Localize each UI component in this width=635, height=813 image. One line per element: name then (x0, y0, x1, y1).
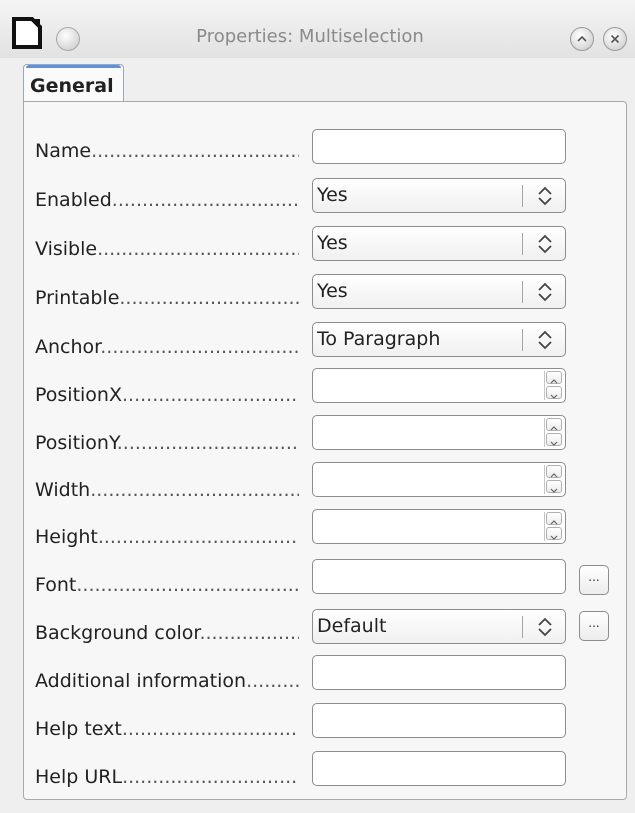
close-icon (610, 34, 620, 44)
background-color-select[interactable]: Default (312, 609, 566, 644)
chevron-up-icon (577, 35, 587, 42)
font-label: Font (35, 574, 299, 598)
title-bar[interactable]: Properties: Multiselection (0, 0, 635, 58)
printable-label: Printable (35, 287, 299, 311)
background-color-browse-button[interactable]: ... (579, 611, 609, 641)
height-spinbox[interactable] (312, 509, 566, 544)
height-label: Height (35, 526, 299, 550)
additional-information-input[interactable] (312, 655, 566, 690)
spin-down-button[interactable] (546, 386, 562, 399)
background-color-value: Default (317, 615, 387, 637)
printable-select[interactable]: Yes (312, 274, 566, 309)
spin-down-button[interactable] (546, 480, 562, 493)
tab-general-label: General (30, 75, 114, 97)
font-input[interactable] (312, 559, 566, 594)
updown-arrows-icon (538, 282, 552, 302)
visible-label: Visible (35, 238, 299, 262)
updown-arrows-icon (538, 617, 552, 637)
help-text-input[interactable] (312, 703, 566, 738)
width-label: Width (35, 479, 299, 503)
spin-up-button[interactable] (546, 512, 562, 525)
font-browse-button[interactable]: ... (579, 565, 609, 595)
visible-select[interactable]: Yes (312, 226, 566, 261)
additional-information-label: Additional information (35, 670, 299, 694)
background-color-label: Background color (35, 622, 299, 646)
enabled-label: Enabled (35, 189, 299, 213)
spin-up-button[interactable] (546, 371, 562, 384)
window-menu-button[interactable] (56, 27, 80, 51)
enabled-value: Yes (317, 184, 348, 206)
positionx-label: PositionX (35, 384, 299, 408)
updown-arrows-icon (538, 234, 552, 254)
properties-dialog: Properties: Multiselection General Name … (0, 0, 635, 813)
anchor-value: To Paragraph (317, 328, 441, 350)
document-icon (12, 17, 42, 49)
chevron-down-icon (550, 394, 558, 399)
window-title: Properties: Multiselection (196, 26, 424, 47)
name-label: Name (35, 140, 299, 164)
positionx-spinbox[interactable] (312, 368, 566, 403)
positiony-spinbox[interactable] (312, 415, 566, 450)
name-input[interactable] (312, 129, 566, 164)
updown-arrows-icon (538, 186, 552, 206)
anchor-select[interactable]: To Paragraph (312, 322, 566, 357)
width-spinbox[interactable] (312, 462, 566, 497)
tab-general[interactable]: General (23, 64, 124, 102)
spin-up-button[interactable] (546, 465, 562, 478)
spin-down-button[interactable] (546, 433, 562, 446)
close-button[interactable] (603, 27, 627, 51)
updown-arrows-icon (538, 330, 552, 350)
chevron-down-icon (550, 488, 558, 493)
spin-down-button[interactable] (546, 527, 562, 540)
help-url-label: Help URL (35, 766, 299, 790)
printable-value: Yes (317, 280, 348, 302)
chevron-down-icon (550, 441, 558, 446)
positiony-label: PositionY (35, 432, 299, 456)
help-url-input[interactable] (312, 751, 566, 786)
anchor-label: Anchor (35, 336, 299, 360)
visible-value: Yes (317, 232, 348, 254)
chevron-down-icon (550, 535, 558, 540)
collapse-button[interactable] (570, 27, 594, 51)
enabled-select[interactable]: Yes (312, 178, 566, 213)
help-text-label: Help text (35, 718, 299, 742)
spin-up-button[interactable] (546, 418, 562, 431)
